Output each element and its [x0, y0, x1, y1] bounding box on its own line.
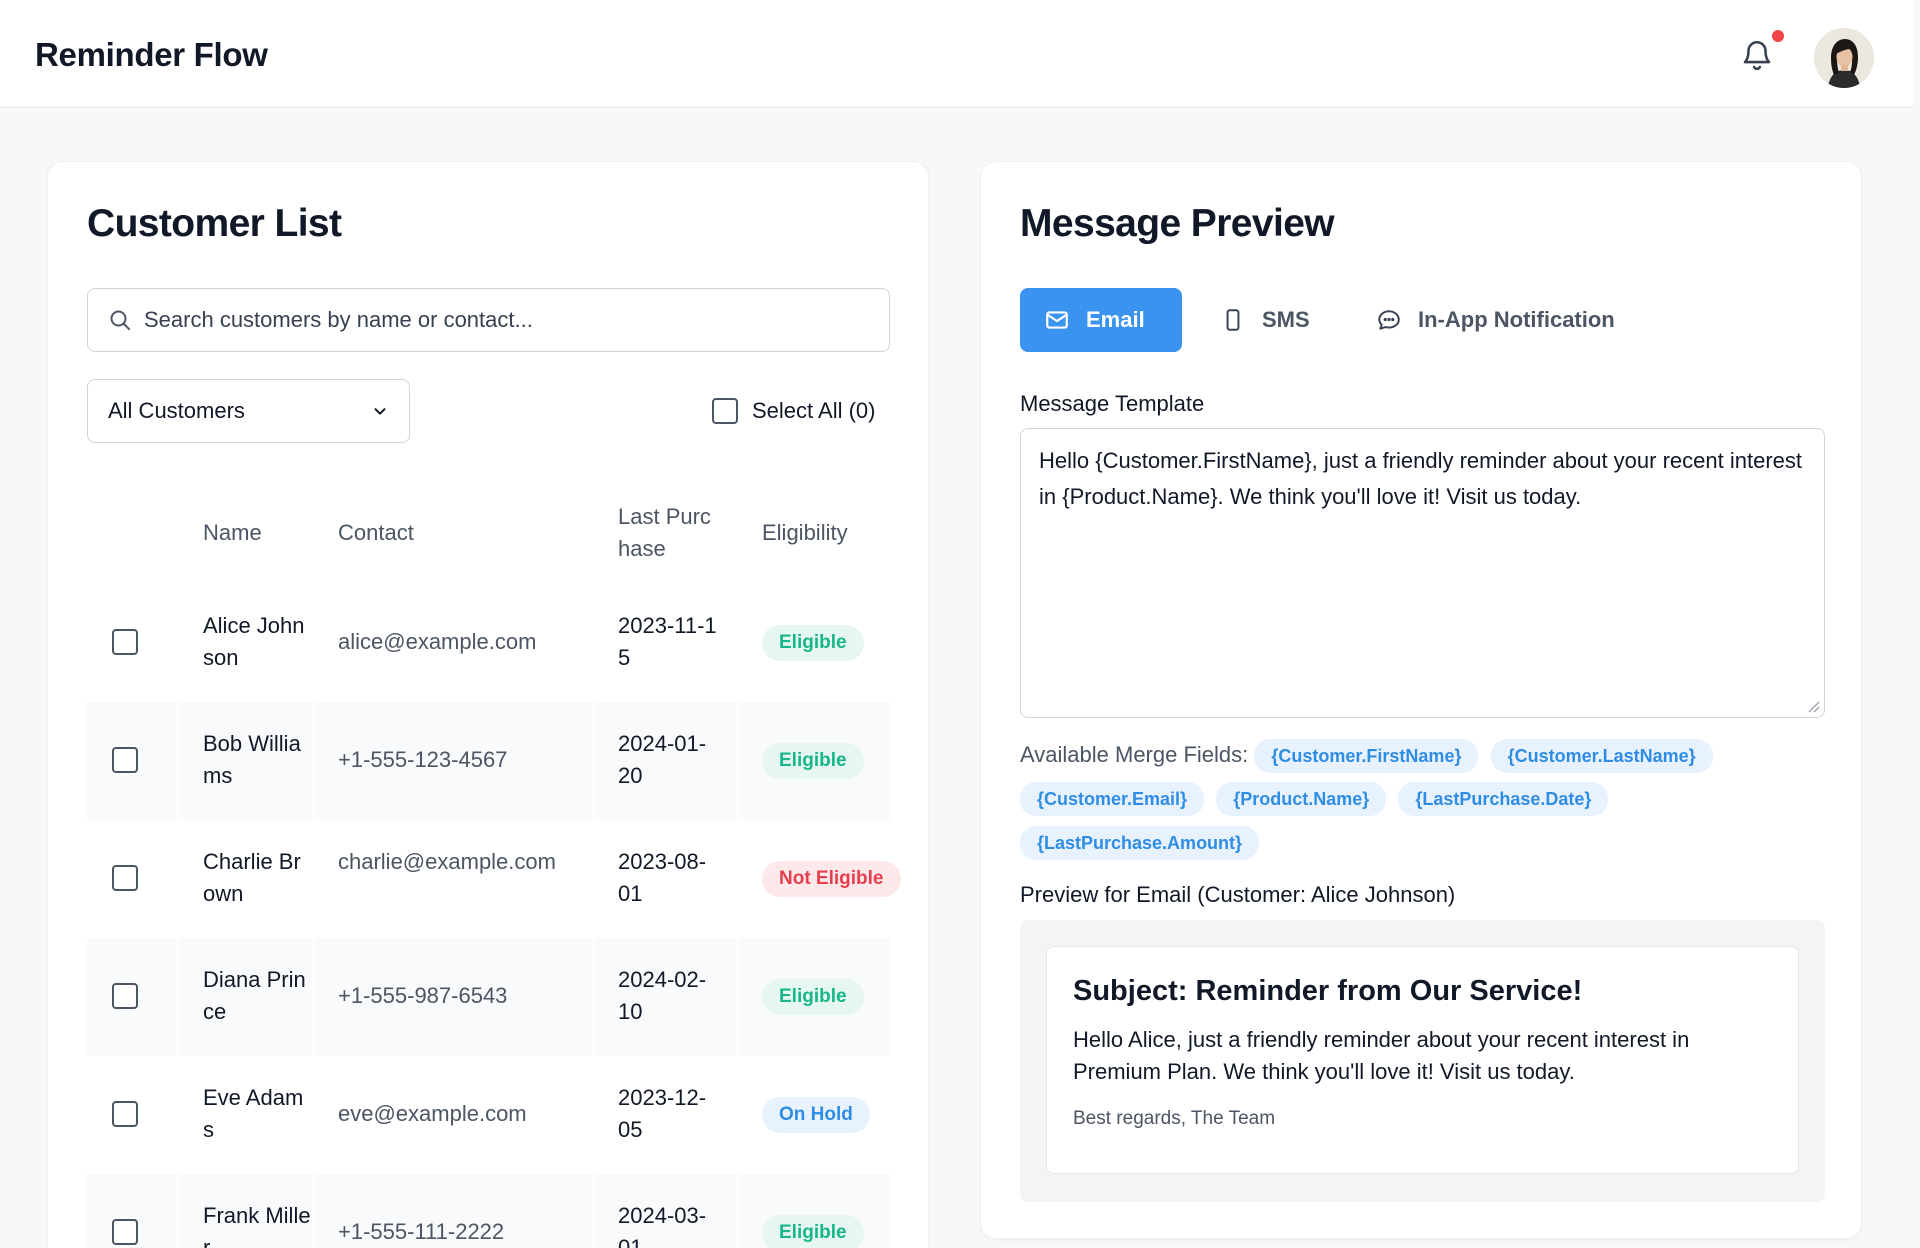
table-row[interactable]: Frank Miller +1-555-111-2222 2024-03-01 …	[87, 1174, 890, 1248]
select-all-checkbox[interactable]	[712, 398, 738, 424]
tab-sms-label: SMS	[1262, 307, 1310, 332]
table-row[interactable]: Alice Johnson alice@example.com 2023-11-…	[87, 584, 890, 702]
eligibility-badge: Not Eligible	[762, 861, 901, 897]
customer-name: Eve Adams	[203, 1085, 304, 1142]
row-checkbox[interactable]	[112, 865, 138, 891]
chat-bubble-icon	[1378, 310, 1400, 330]
tab-in-app-label: In-App Notification	[1418, 307, 1615, 332]
email-subject: Subject: Reminder from Our Service!	[1073, 975, 1583, 1007]
template-label: Message Template	[1020, 391, 1205, 416]
customer-name: Frank Miller	[203, 1203, 311, 1248]
email-preview: Subject: Reminder from Our Service! Hell…	[1020, 920, 1825, 1202]
merge-field-chip[interactable]: {LastPurchase.Date}	[1398, 782, 1609, 817]
last-purchase-date: 2024-02-10	[618, 967, 707, 1024]
merge-fields-label: Available Merge Fields:	[1020, 742, 1249, 767]
customer-list-card: Customer List Search customers by name o…	[47, 161, 929, 1248]
filter-value: All Customers	[108, 398, 245, 423]
search-placeholder: Search customers by name or contact...	[144, 307, 533, 332]
row-checkbox[interactable]	[112, 1219, 138, 1245]
email-body: Hello Alice, just a friendly reminder ab…	[1073, 1027, 1690, 1084]
merge-field-chip[interactable]: {Customer.FirstName}	[1254, 739, 1479, 774]
customer-name: Diana Prince	[203, 967, 306, 1024]
search-input[interactable]: Search customers by name or contact...	[87, 288, 890, 352]
tab-sms[interactable]: SMS	[1198, 288, 1338, 352]
customer-contact: +1-555-123-4567	[338, 747, 508, 772]
merge-field-chip[interactable]: {Product.Name}	[1216, 782, 1387, 817]
customer-name: Bob Williams	[203, 731, 301, 788]
last-purchase-date: 2024-01-20	[618, 731, 707, 788]
column-header-last-purchase[interactable]: Last Purchase	[618, 501, 714, 565]
row-checkbox[interactable]	[112, 629, 138, 655]
preview-label: Preview for Email (Customer: Alice Johns…	[1020, 882, 1456, 907]
customer-name: Alice Johnson	[203, 613, 305, 670]
customer-list-title: Customer List	[87, 202, 342, 245]
top-bar: Reminder Flow	[0, 0, 1913, 108]
last-purchase-date: 2023-08-01	[618, 849, 707, 906]
customer-contact: +1-555-987-6543	[338, 983, 508, 1008]
eligibility-badge: Eligible	[762, 979, 864, 1015]
merge-field-chip[interactable]: {Customer.LastName}	[1490, 739, 1713, 774]
select-all-label: Select All (0)	[752, 398, 876, 423]
message-preview-title: Message Preview	[1020, 202, 1335, 245]
last-purchase-date: 2024-03-01	[618, 1203, 707, 1248]
eligibility-badge: Eligible	[762, 743, 864, 779]
merge-fields: Available Merge Fields: {Customer.FirstN…	[1020, 734, 1825, 864]
tab-email-label: Email	[1086, 307, 1145, 332]
customer-contact: eve@example.com	[338, 1101, 527, 1126]
mail-icon	[1046, 311, 1068, 329]
customer-table: Name Contact Last Purchase Eligibility A…	[87, 482, 901, 1248]
eligibility-badge: Eligible	[762, 625, 864, 661]
eligibility-badge: Eligible	[762, 1215, 864, 1248]
column-header-name[interactable]: Name	[203, 517, 262, 549]
customer-contact: alice@example.com	[338, 629, 537, 654]
row-checkbox[interactable]	[112, 747, 138, 773]
eligibility-badge: On Hold	[762, 1097, 870, 1133]
column-header-eligibility[interactable]: Eligibility	[762, 517, 848, 549]
template-text: Hello {Customer.FirstName}, just a frien…	[1039, 448, 1802, 509]
last-purchase-date: 2023-12-05	[618, 1085, 707, 1142]
message-template-textarea[interactable]: Hello {Customer.FirstName}, just a frien…	[1020, 428, 1825, 718]
user-portrait-icon	[1814, 28, 1874, 88]
select-all-toggle[interactable]: Select All (0)	[712, 395, 876, 427]
bell-icon[interactable]	[1740, 36, 1774, 74]
email-signature: Best regards, The Team	[1073, 1108, 1276, 1129]
table-row[interactable]: Charlie Brown charlie@example.com 2023-0…	[87, 820, 901, 938]
app-frame: Reminder Flow Customer List Search custo…	[0, 0, 1913, 1248]
row-checkbox[interactable]	[112, 983, 138, 1009]
customer-contact: charlie@example.com	[338, 849, 556, 874]
notification-dot	[1772, 30, 1784, 42]
table-row[interactable]: Diana Prince +1-555-987-6543 2024-02-10 …	[87, 938, 890, 1056]
last-purchase-date: 2023-11-15	[618, 613, 717, 670]
app-title: Reminder Flow	[35, 36, 268, 73]
column-header-contact[interactable]: Contact	[338, 517, 414, 549]
chevron-down-icon	[374, 408, 386, 415]
phone-icon	[1226, 309, 1240, 331]
search-icon	[110, 310, 130, 330]
merge-field-chip[interactable]: {LastPurchase.Amount}	[1020, 825, 1260, 860]
table-header: Name Contact Last Purchase Eligibility	[87, 482, 890, 584]
merge-field-chip[interactable]: {Customer.Email}	[1020, 782, 1205, 817]
row-checkbox[interactable]	[112, 1101, 138, 1127]
table-row[interactable]: Bob Williams +1-555-123-4567 2024-01-20 …	[87, 702, 890, 820]
customer-name: Charlie Brown	[203, 849, 301, 906]
tab-email[interactable]: Email	[1020, 288, 1182, 352]
message-preview-card: Message Preview Email SMS In-App Notific…	[980, 161, 1862, 1239]
customer-filter-select[interactable]: All Customers	[87, 379, 410, 443]
resize-grip-icon[interactable]	[1804, 697, 1820, 713]
customer-contact: +1-555-111-2222	[338, 1219, 505, 1244]
tab-in-app-notification[interactable]: In-App Notification	[1354, 288, 1654, 352]
email-preview-card: Subject: Reminder from Our Service! Hell…	[1046, 946, 1799, 1174]
avatar[interactable]	[1814, 28, 1874, 88]
table-row[interactable]: Eve Adams eve@example.com 2023-12-05 On …	[87, 1056, 890, 1174]
